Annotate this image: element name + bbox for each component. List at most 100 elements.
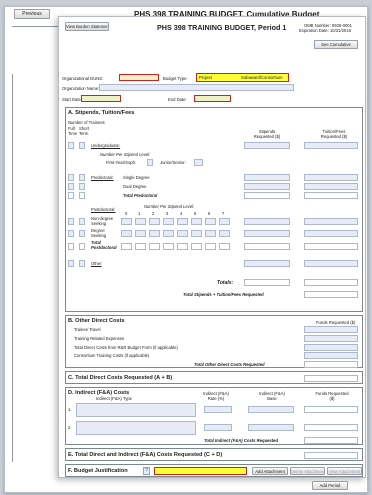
nondegree-level-input[interactable] [121,218,132,225]
nondegree-level-input[interactable] [135,218,146,225]
dual-full-time-input[interactable] [68,183,74,190]
other-tuition-field[interactable] [304,260,358,267]
single-degree-tuition-field[interactable] [304,174,358,181]
total-postdoc-level [149,243,160,250]
budget-type-label: Budget Type: [163,76,188,81]
total-postdoc-level [121,243,132,250]
indirect-base-2-field[interactable] [248,424,294,431]
section-b-title: B. Other Direct Costs [68,318,125,324]
section-d-indirect-costs: D. Indirect (F&A) Costs Indirect (F&A) T… [65,387,363,445]
predoc-short-term-input[interactable] [79,174,85,181]
undergrad-full-time-input[interactable] [68,142,74,149]
level-6: 6 [208,211,211,216]
degree-level-input[interactable] [191,230,202,237]
degree-level-input[interactable] [135,230,146,237]
stipend-level-label: Number Per Stipend Level: [100,152,151,157]
nondegree-level-input[interactable] [205,218,216,225]
nondegree-short-term-input[interactable] [79,218,85,225]
nondegree-level-input[interactable] [191,218,202,225]
consortium-costs-field[interactable] [304,352,358,359]
nondegree-level-input[interactable] [219,218,230,225]
budget-type-subaward-radio[interactable]: Subaward/Consortium [241,75,282,80]
total-postdoc-level-cells [121,243,237,250]
view-burden-statement-button[interactable]: View Burden Statement [65,22,109,31]
total-direct-value [304,375,358,382]
other-full-time-input[interactable] [68,260,74,267]
single-degree-stipends-field[interactable] [244,174,290,181]
indirect-type-header: Indirect (F&A) Type [96,396,132,401]
total-postdoc-level [219,243,230,250]
nondegree-level-input[interactable] [149,218,160,225]
junior-senior-input[interactable] [194,159,203,166]
degree-level-input[interactable] [121,230,132,237]
non-degree-seeking-label: Non-degree Seeking [91,216,114,226]
duns-input[interactable] [119,74,159,81]
predoc-full-time-input[interactable] [68,174,74,181]
degree-level-inputs [121,230,237,237]
previous-button[interactable]: Previous [14,9,50,19]
dual-degree-tuition-field[interactable] [304,183,358,190]
see-cumulative-button[interactable]: See Cumulative [314,40,358,49]
degree-full-time-input[interactable] [68,230,74,237]
indirect-type-2-field[interactable] [76,421,196,435]
start-date-input[interactable] [81,95,121,102]
indirect-rate-1-field[interactable] [204,406,232,413]
first-year-soph-input[interactable] [147,159,153,166]
degree-short-term-input[interactable] [79,230,85,237]
cumulative-budget-header: Previous PHS 398 TRAINING BUDGET, Cumula… [4,6,368,19]
other-short-term-input[interactable] [79,260,85,267]
justification-attachment-field[interactable] [154,467,247,475]
expiration-date: Expiration Date: 10/31/2018 [299,28,351,33]
total-postdoc-level [177,243,188,250]
degree-stipends-field[interactable] [244,230,290,237]
nondegree-full-time-input[interactable] [68,218,74,225]
other-label: Other [91,261,102,266]
nondegree-level-input[interactable] [177,218,188,225]
total-postdoctoral-label: Total Postdoctoral [91,240,117,250]
dual-short-term-input[interactable] [79,183,85,190]
indirect-rate-2-field[interactable] [204,424,232,431]
undergraduate-label: Undergraduate: [91,143,121,148]
nondegree-level-input[interactable] [163,218,174,225]
trainee-travel-label: Trainee Travel [74,327,101,332]
view-attachment-button[interactable]: View Attachment [327,467,362,475]
nondegree-level-inputs [121,218,237,225]
consortium-costs-label: Consortium Training Costs (if applicable… [74,353,150,358]
undergrad-short-term-input[interactable] [79,142,85,149]
section-a-title: A. Stipends, Tuition/Fees [68,110,135,116]
indirect-funds-2-value [304,424,358,431]
nondegree-stipends-field[interactable] [244,218,290,225]
section-e-title: E. Total Direct and Indirect (F&A) Costs… [68,452,223,458]
help-icon[interactable]: ? [143,467,150,475]
degree-level-input[interactable] [149,230,160,237]
organization-name-field[interactable] [99,84,294,91]
undergrad-tuition-field[interactable] [304,142,358,149]
add-attachment-button[interactable]: Add Attachment [252,467,288,475]
period-1-budget-page: View Burden Statement PHS 398 TRAINING B… [58,16,366,478]
budget-type-project-radio[interactable]: Project [199,75,212,80]
indirect-base-1-field[interactable] [248,406,294,413]
undergrad-stipends-field[interactable] [244,142,290,149]
total-costs-value [304,452,358,459]
level-0: 0 [125,211,128,216]
level-7: 7 [222,211,225,216]
nondegree-tuition-field[interactable] [304,218,358,225]
delete-attachment-button[interactable]: Delete Attachment [290,467,325,475]
start-date-label: Start Date: [62,97,83,102]
total-other-direct-value [304,361,358,368]
degree-tuition-field[interactable] [304,230,358,237]
dual-degree-stipends-field[interactable] [244,183,290,190]
other-stipends-field[interactable] [244,260,290,267]
end-date-input[interactable] [194,95,231,102]
degree-level-input[interactable] [177,230,188,237]
training-related-field[interactable] [304,335,358,342]
degree-level-input[interactable] [163,230,174,237]
single-degree-label: Single Degree [123,175,150,180]
tuition-requested-header: Tuition/Fees Requested ($) [320,129,348,139]
indirect-type-1-field[interactable] [76,403,196,417]
trainee-travel-field[interactable] [304,326,358,333]
degree-level-input[interactable] [219,230,230,237]
degree-level-input[interactable] [205,230,216,237]
add-period-button[interactable]: Add Period [312,481,348,490]
total-direct-rr-field[interactable] [304,344,358,351]
